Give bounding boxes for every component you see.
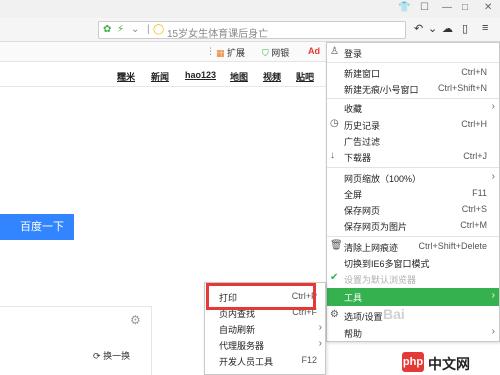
nav-link-news[interactable]: 新闻 — [151, 70, 169, 83]
nav-link-map[interactable]: 地图 — [230, 70, 248, 83]
submenu-item-proxy[interactable]: 代理服务器 › — [205, 337, 325, 353]
menu-item-save-as-image[interactable]: 保存网页为图片 Ctrl+M — [327, 218, 499, 234]
menu-item-new-incognito[interactable]: 新建无痕/小号窗口 Ctrl+Shift+N — [327, 81, 499, 97]
menu-item-history[interactable]: ◷ 历史记录 Ctrl+H — [327, 117, 499, 133]
menu-separator — [327, 167, 499, 168]
nav-link-hao123[interactable]: hao123 — [185, 70, 216, 80]
ad-icon[interactable]: Ad — [308, 46, 320, 56]
gear-icon[interactable]: ⚙ — [130, 313, 141, 327]
menu-item-favorites[interactable]: 收藏 › — [327, 100, 499, 116]
watermark-text: Bai — [383, 306, 405, 322]
menu-item-set-default: ✔ 设置为默认浏览器 — [330, 272, 417, 285]
menu-separator — [327, 62, 499, 63]
chevron-right-icon: › — [491, 290, 495, 301]
trash-icon: 🗑 — [330, 240, 343, 251]
menu-separator — [327, 98, 499, 99]
shield-icon: ⛉ — [262, 48, 269, 58]
menu-separator — [327, 236, 499, 237]
menu-small-icon[interactable]: ☐ — [420, 2, 429, 13]
menu-item-zoom[interactable]: 网页缩放（100%） › — [327, 170, 499, 186]
chevron-down-icon[interactable]: ⌄ — [428, 22, 437, 35]
url-input[interactable]: ✿ ⚡ ⌄ | ◯ 15岁女生体育课后身亡 — [98, 21, 406, 40]
user-icon: ♙ — [330, 46, 339, 57]
search-engine-icon[interactable]: ◯ — [153, 24, 164, 35]
submenu-item-dev-tools[interactable]: 开发人员工具 F12 — [205, 353, 325, 369]
ext-item-extensions[interactable]: ▦ 扩展 — [216, 46, 245, 59]
title-bar: 👕 ☐ — □ ✕ — [0, 0, 500, 18]
chevron-right-icon: › — [318, 322, 322, 333]
cloud-icon[interactable]: ☁ — [442, 22, 453, 35]
chevron-right-icon: › — [491, 326, 495, 337]
menu-item-new-window[interactable]: 新建窗口 Ctrl+N — [327, 65, 499, 81]
chevron-right-icon: › — [491, 101, 495, 112]
menu-item-fullscreen[interactable]: 全屏 F11 — [327, 186, 499, 202]
nav-link-tieba[interactable]: 贴吧 — [296, 70, 314, 83]
divider: | — [147, 24, 150, 35]
chevron-right-icon: › — [318, 338, 322, 349]
menu-item-options[interactable]: ⚙ 选项/设置 — [327, 308, 499, 324]
menu-item-downloader[interactable]: ↓ 下载器 Ctrl+J — [327, 149, 499, 165]
nav-link-video[interactable]: 视频 — [263, 70, 281, 83]
maximize-icon[interactable]: □ — [462, 2, 468, 13]
back-icon[interactable]: ↶ — [414, 22, 423, 35]
ext-item-netbank[interactable]: ⛉ 网银 — [262, 46, 289, 59]
search-button[interactable]: 百度一下 — [0, 214, 74, 240]
url-text: 15岁女生体育课后身亡 — [167, 29, 269, 40]
close-icon[interactable]: ✕ — [484, 2, 492, 13]
check-icon: ✔ — [330, 272, 339, 283]
print-highlight-box — [206, 283, 316, 310]
menu-item-save-page[interactable]: 保存网页 Ctrl+S — [327, 202, 499, 218]
gear-icon: ⚙ — [330, 309, 339, 320]
shirt-icon[interactable]: 👕 — [398, 2, 410, 13]
menu-item-clear-traces[interactable]: 🗑 清除上网痕迹 Ctrl+Shift+Delete — [327, 239, 499, 255]
submenu-item-auto-refresh[interactable]: 自动刷新 › — [205, 321, 325, 337]
menu-item-ie6-mode[interactable]: 切换到IE6多窗口模式 — [327, 255, 499, 271]
chevron-right-icon: › — [491, 171, 495, 182]
menu-item-login[interactable]: ♙ 登录 — [327, 45, 499, 61]
divider — [0, 86, 330, 87]
clock-icon: ◷ — [330, 118, 339, 129]
download-icon: ↓ — [330, 150, 335, 161]
menu-item-tools[interactable]: 工具 › — [327, 288, 499, 306]
main-menu: ♙ 登录 新建窗口 Ctrl+N 新建无痕/小号窗口 Ctrl+Shift+N … — [326, 42, 500, 342]
phone-icon[interactable]: ▯ — [462, 22, 468, 35]
hamburger-menu-icon[interactable]: ≡ — [482, 22, 488, 34]
menu-item-help[interactable]: 帮助 › — [327, 325, 499, 341]
page-nav: 糯米 新闻 hao123 地图 视频 贴吧 — [0, 70, 340, 84]
minimize-icon[interactable]: — — [442, 2, 452, 13]
address-bar: ✿ ⚡ ⌄ | ◯ 15岁女生体育课后身亡 — [0, 18, 500, 42]
more-icon[interactable]: ⋮ — [206, 46, 215, 57]
refresh-button[interactable]: ⟳ 换一换 — [93, 349, 130, 362]
chevron-down-icon[interactable]: ⌄ — [131, 24, 139, 35]
grid-icon: ▦ — [216, 48, 225, 58]
security-icon: ✿ — [103, 24, 112, 35]
menu-item-ad-filter[interactable]: 广告过滤 — [327, 133, 499, 149]
refresh-icon: ⟳ — [93, 351, 101, 361]
lightning-icon[interactable]: ⚡ — [117, 24, 124, 35]
watermark-logo: php 中文网 — [400, 350, 498, 374]
nav-link-nuomi[interactable]: 糯米 — [117, 70, 135, 83]
